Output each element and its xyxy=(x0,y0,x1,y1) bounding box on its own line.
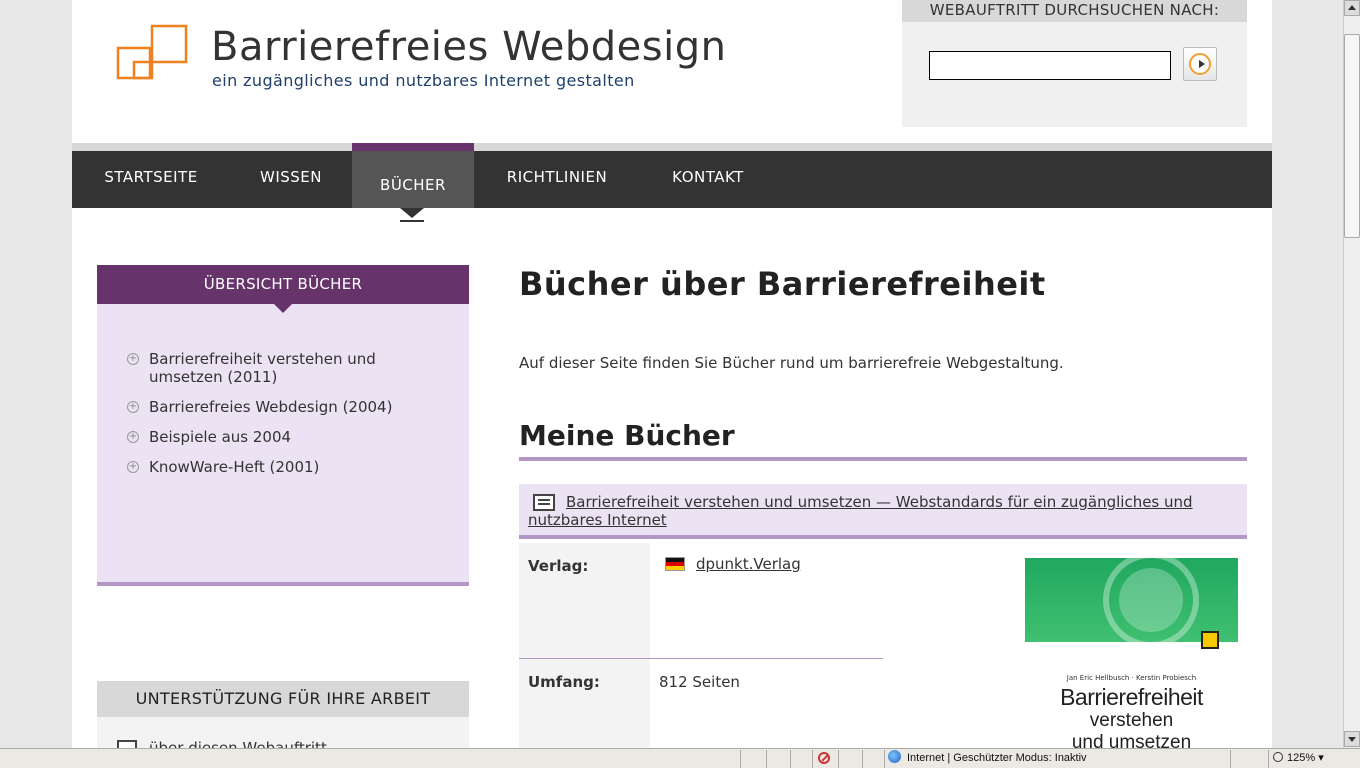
sidebar-item-label: Beispiele aus 2004 xyxy=(149,428,292,446)
search-box: WEBAUFTRITT DURCHSUCHEN NACH: xyxy=(902,0,1247,127)
status-divider xyxy=(740,750,741,768)
plus-circle-icon: + xyxy=(127,401,139,413)
german-flag-icon xyxy=(665,557,685,571)
support-item-about[interactable]: über diesen Webauftritt xyxy=(149,739,327,748)
sidebar-heading: ÜBERSICHT BÜCHER xyxy=(97,265,469,304)
sidebar-item-knowware-2001[interactable]: + KnowWare-Heft (2001) xyxy=(127,458,449,476)
cover-circle-inner xyxy=(1119,568,1183,632)
security-blocked-icon[interactable] xyxy=(818,752,830,764)
nav-item-wissen[interactable]: WISSEN xyxy=(230,151,352,208)
status-divider xyxy=(1268,750,1269,768)
cover-authors: Jan Eric Hellbusch · Kerstin Probiesch xyxy=(1066,674,1197,682)
site-title[interactable]: Barrierefreies Webdesign xyxy=(211,24,726,70)
arrow-right-circle-icon xyxy=(1189,53,1211,75)
publisher-link[interactable]: dpunkt.Verlag xyxy=(696,555,801,573)
vertical-scrollbar[interactable] xyxy=(1343,0,1360,748)
plus-circle-icon: + xyxy=(127,461,139,473)
status-divider xyxy=(790,750,791,768)
book-cover-image[interactable]: Jan Eric Hellbusch · Kerstin Probiesch B… xyxy=(1025,558,1238,748)
status-divider xyxy=(838,750,839,768)
plus-circle-icon: + xyxy=(127,431,139,443)
sidebar-item-book-2011[interactable]: + Barrierefreiheit verstehen und umsetze… xyxy=(127,350,449,386)
book-title-link[interactable]: Barrierefreiheit verstehen und umsetzen … xyxy=(528,493,1228,529)
cover-title-line1: Barrierefreiheit xyxy=(1060,684,1203,710)
sidebar-item-examples-2004[interactable]: + Beispiele aus 2004 xyxy=(127,428,449,446)
sidebar-item-label: Barrierefreies Webdesign (2004) xyxy=(149,398,393,416)
scroll-thumb[interactable] xyxy=(1344,34,1360,238)
support-list: über diesen Webauftritt xyxy=(97,717,469,748)
support-heading: UNTERSTÜTZUNG FÜR IHRE ARBEIT xyxy=(97,681,469,717)
active-nav-pointer-icon xyxy=(400,208,424,222)
nav-item-kontakt[interactable]: KONTAKT xyxy=(640,151,776,208)
browser-status-bar: Internet | Geschützter Modus: Inaktiv 12… xyxy=(0,748,1360,768)
zoom-control[interactable]: 125% ▾ xyxy=(1273,749,1324,767)
site-logo-icon[interactable] xyxy=(116,24,190,80)
publisher-badge-icon xyxy=(1201,631,1219,649)
search-input[interactable] xyxy=(929,51,1171,80)
search-submit-button[interactable] xyxy=(1183,47,1217,81)
sidebar-item-label: KnowWare-Heft (2001) xyxy=(149,458,320,476)
sidebar-item-book-2004[interactable]: + Barrierefreies Webdesign (2004) xyxy=(127,398,449,416)
cover-title-line3: und umsetzen xyxy=(1071,732,1192,748)
cover-title-line2: verstehen xyxy=(1089,710,1174,731)
nav-item-richtlinien[interactable]: RICHTLINIEN xyxy=(474,151,640,208)
status-divider xyxy=(766,750,767,768)
page-title: Bücher über Barrierefreiheit xyxy=(519,265,1046,303)
sidebar-item-label: Barrierefreiheit verstehen und umsetzen … xyxy=(149,350,376,386)
nav-item-buecher[interactable]: BÜCHER xyxy=(352,143,474,208)
zoom-icon xyxy=(1273,752,1283,762)
pages-label: Umfang: xyxy=(519,659,650,748)
status-divider xyxy=(1230,750,1231,768)
nav-item-startseite[interactable]: STARTSEITE xyxy=(72,151,230,208)
status-divider xyxy=(812,750,813,768)
security-zone[interactable]: Internet | Geschützter Modus: Inaktiv xyxy=(888,749,1087,767)
publisher-label: Verlag: xyxy=(519,543,650,658)
plus-circle-icon: + xyxy=(127,353,139,365)
section-divider xyxy=(519,457,1247,461)
sidebar-heading-pointer-icon xyxy=(274,304,292,313)
globe-icon xyxy=(888,750,901,763)
page: Barrierefreies Webdesign ein zugängliche… xyxy=(72,0,1272,748)
book-heading: Barrierefreiheit verstehen und umsetzen … xyxy=(519,484,1247,539)
status-divider xyxy=(884,750,885,768)
site-tagline: ein zugängliches und nutzbares Internet … xyxy=(212,71,635,90)
zone-text: Internet | Geschützter Modus: Inaktiv xyxy=(907,752,1087,764)
scroll-down-arrow-icon[interactable] xyxy=(1344,731,1360,747)
section-title: Meine Bücher xyxy=(519,419,735,452)
main-nav: STARTSEITE WISSEN BÜCHER RICHTLINIEN KON… xyxy=(72,143,1272,208)
pages-value: 812 Seiten xyxy=(659,673,740,691)
intro-text: Auf dieser Seite finden Sie Bücher rund … xyxy=(519,354,1064,372)
search-label: WEBAUFTRITT DURCHSUCHEN NACH: xyxy=(902,0,1247,22)
document-icon xyxy=(117,740,137,748)
status-divider xyxy=(862,750,863,768)
zoom-level: 125% xyxy=(1287,752,1316,764)
scroll-up-arrow-icon[interactable] xyxy=(1344,0,1360,16)
sidebar-book-list: + Barrierefreiheit verstehen und umsetze… xyxy=(97,304,469,586)
